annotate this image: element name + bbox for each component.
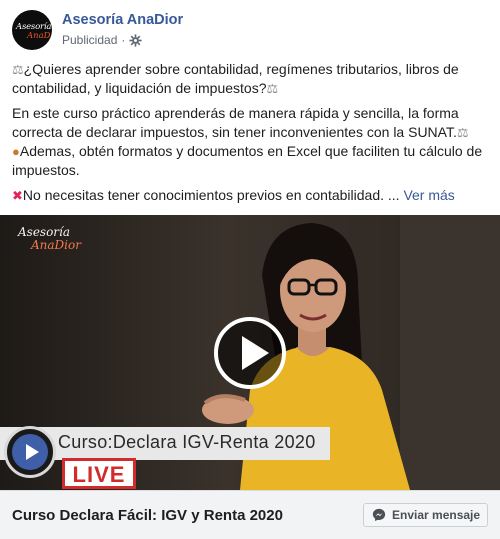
balance-scale-icon: ⚖	[456, 125, 469, 140]
balance-scale-icon: ⚖	[12, 62, 24, 77]
video-watermark-line2: AnaDior	[31, 238, 81, 252]
video-banner-text: Curso:Declara IGV-Renta 2020	[58, 432, 316, 452]
post-paragraph: En este curso práctico aprenderás de man…	[12, 104, 488, 180]
avatar-logo-line2: AnaDior	[27, 31, 52, 41]
balance-scale-icon: ⚖	[266, 81, 279, 96]
sponsored-label[interactable]: Publicidad	[62, 33, 117, 47]
post-text-2: En este curso práctico aprenderás de man…	[12, 105, 459, 140]
post-meta: Publicidad ·	[62, 33, 142, 47]
see-more-link[interactable]: Ver más	[403, 187, 454, 203]
cross-mark-icon: ✖	[12, 188, 23, 203]
live-label: LIVE	[72, 462, 126, 487]
ad-headline[interactable]: Curso Declara Fácil: IGV y Renta 2020	[12, 507, 283, 524]
page-name-link[interactable]: Asesoría AnaDior	[62, 12, 183, 28]
post-footer: Curso Declara Fácil: IGV y Renta 2020 En…	[0, 490, 500, 539]
sponsored-post: Asesoría AnaDior Asesoría AnaDior Public…	[0, 0, 500, 539]
post-body: ⚖¿Quieres aprender sobre contabilidad, r…	[12, 60, 488, 211]
post-text-1: ¿Quieres aprender sobre contabilidad, re…	[12, 61, 459, 96]
post-paragraph: ⚖¿Quieres aprender sobre contabilidad, r…	[12, 60, 488, 98]
post-text-4: No necesitas tener conocimientos previos…	[22, 187, 400, 203]
post-header: Asesoría AnaDior Asesoría AnaDior Public…	[12, 10, 488, 52]
messenger-icon	[372, 508, 386, 522]
video-watermark-line1: Asesoría	[18, 225, 71, 239]
page-avatar[interactable]: Asesoría AnaDior	[12, 10, 52, 50]
banner-play-icon	[4, 426, 56, 478]
video-player[interactable]: Asesoría AnaDior Curso:Declara IGV-Renta…	[0, 215, 500, 490]
money-bag-icon: ●	[12, 144, 20, 159]
send-message-label: Enviar mensaje	[392, 508, 481, 522]
play-button-icon[interactable]	[214, 317, 286, 389]
gear-icon[interactable]	[129, 33, 142, 47]
post-paragraph: ✖No necesitas tener conocimientos previo…	[12, 186, 488, 205]
post-text-3: Ademas, obtén formatos y documentos en E…	[12, 143, 483, 178]
send-message-button[interactable]: Enviar mensaje	[363, 503, 488, 527]
live-badge: LIVE	[62, 458, 136, 489]
